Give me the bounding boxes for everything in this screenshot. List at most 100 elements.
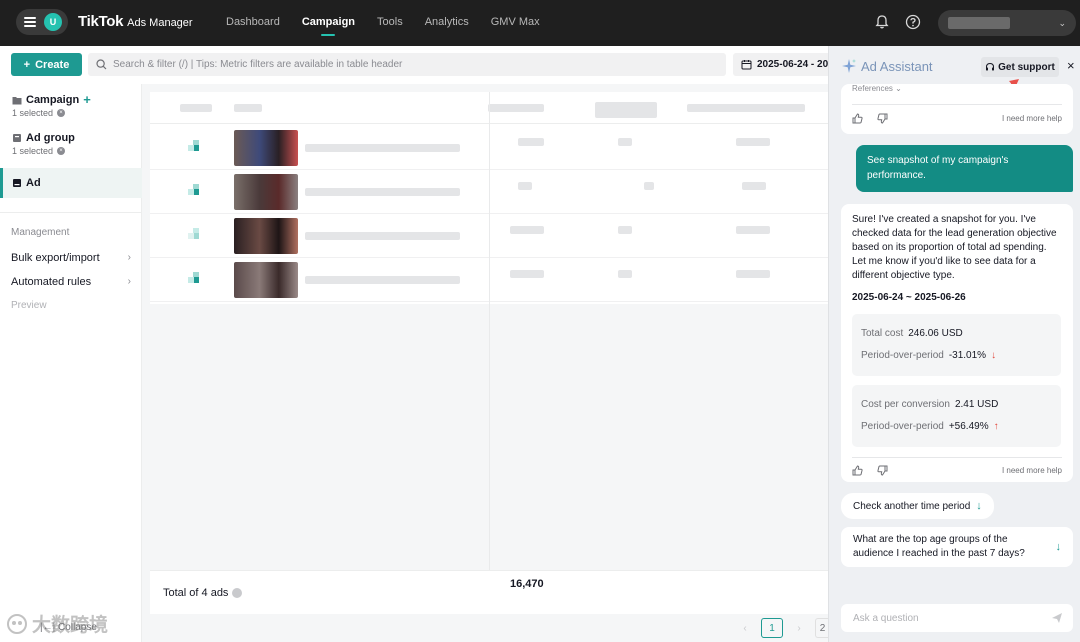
- metric-card-cost-per-conversion: Cost per conversion 2.41 USD Period-over…: [852, 385, 1061, 447]
- date-range-picker[interactable]: 2025-06-24 - 2025-06-26: [733, 53, 843, 76]
- search-placeholder: Search & filter (/) | Tips: Metric filte…: [113, 59, 403, 70]
- folder-icon: [12, 96, 22, 104]
- nav-tab-tools[interactable]: Tools: [366, 0, 414, 46]
- clear-selection-icon[interactable]: ×: [57, 109, 66, 117]
- watermark: 大数跨境: [6, 610, 108, 637]
- divider: [852, 104, 1062, 105]
- suggestion-chip-time-period[interactable]: Check another time period ↓: [841, 493, 994, 519]
- page-1-button[interactable]: 1: [761, 618, 783, 638]
- need-more-help-link[interactable]: I need more help: [1002, 466, 1062, 475]
- ad-icon: [13, 179, 21, 187]
- blurred-cell: [618, 138, 632, 146]
- sidebar-item-campaign[interactable]: Campaign + 1 selected ×: [0, 93, 142, 118]
- need-more-help-link[interactable]: I need more help: [1002, 114, 1062, 123]
- automated-rules-label: Automated rules: [11, 276, 92, 288]
- automated-rules-link[interactable]: Automated rules ›: [11, 276, 131, 288]
- status-icon: [188, 140, 204, 156]
- help-icon[interactable]: [905, 14, 921, 30]
- blurred-cell: [305, 232, 460, 240]
- divider: [852, 457, 1062, 458]
- sidebar-campaign-label: Campaign: [26, 94, 80, 106]
- sidebar-item-ad-group[interactable]: Ad group 1 selected ×: [0, 132, 142, 156]
- nav-tab-campaign[interactable]: Campaign: [291, 0, 366, 46]
- feedback-row: I need more help: [852, 113, 1062, 124]
- ad-thumbnail[interactable]: [234, 130, 298, 166]
- watermark-text: 大数跨境: [32, 615, 109, 636]
- ad-thumbnail[interactable]: [234, 174, 298, 210]
- assistant-header: Ad Assistant Get support ×: [829, 46, 1080, 86]
- ad-thumbnail[interactable]: [234, 218, 298, 254]
- user-avatar[interactable]: U: [44, 13, 62, 31]
- toolbar: + Create Search & filter (/) | Tips: Met…: [0, 46, 843, 84]
- get-support-label: Get support: [998, 61, 1055, 73]
- assistant-title: Ad Assistant: [861, 59, 933, 74]
- bulk-export-import-link[interactable]: Bulk export/import ›: [11, 252, 131, 264]
- blurred-cell: [736, 138, 770, 146]
- send-icon[interactable]: [1051, 612, 1063, 624]
- suggestion-chip-age-groups[interactable]: What are the top age groups of the audie…: [841, 527, 1073, 567]
- nav-tab-dashboard[interactable]: Dashboard: [215, 0, 291, 46]
- chevron-right-icon: ›: [127, 252, 131, 263]
- references-toggle[interactable]: References ⌄: [852, 84, 902, 93]
- previous-bot-message: References ⌄ I need more help: [841, 84, 1073, 134]
- pagination: ‹ 1 › 2: [735, 618, 829, 638]
- page-size-select[interactable]: 2: [815, 618, 829, 638]
- info-icon[interactable]: [232, 588, 243, 598]
- account-name-redacted: [948, 17, 1010, 29]
- main-nav-tabs: Dashboard Campaign Tools Analytics GMV M…: [215, 0, 551, 46]
- nav-tab-gmv-max[interactable]: GMV Max: [480, 0, 551, 46]
- arrow-down-icon: ↓: [991, 350, 997, 361]
- status-icon: [188, 184, 204, 200]
- account-switcher[interactable]: ⌄: [938, 10, 1076, 36]
- blurred-cell: [644, 182, 654, 190]
- thumbs-up-icon[interactable]: [852, 113, 863, 124]
- blurred-cell: [736, 226, 770, 234]
- feedback-row: I need more help: [852, 465, 1062, 476]
- thumbs-down-icon[interactable]: [877, 465, 888, 476]
- suggestion-text: What are the top age groups of the audie…: [853, 534, 1025, 559]
- bot-message-text: Sure! I've created a snapshot for you. I…: [852, 214, 1057, 281]
- blurred-cell: [305, 276, 460, 284]
- create-label: Create: [35, 58, 70, 71]
- blurred-cell: [518, 182, 532, 190]
- ad-thumbnail[interactable]: [234, 262, 298, 298]
- table-total-row: Total of 4 ads 16,470: [150, 570, 828, 614]
- next-page-icon[interactable]: ›: [789, 618, 809, 638]
- nav-tab-analytics[interactable]: Analytics: [414, 0, 480, 46]
- sidebar-ad-group-label: Ad group: [26, 132, 75, 144]
- blurred-cell: [305, 188, 460, 196]
- bell-icon[interactable]: [874, 14, 890, 30]
- prev-page-icon[interactable]: ‹: [735, 618, 755, 638]
- top-navbar: U TikTok Ads Manager Dashboard Campaign …: [0, 0, 1080, 46]
- create-button[interactable]: + Create: [11, 53, 82, 76]
- sidebar-divider: [0, 212, 142, 213]
- input-placeholder: Ask a question: [853, 612, 919, 624]
- close-icon[interactable]: ×: [1067, 58, 1075, 73]
- management-heading: Management: [11, 227, 70, 238]
- bot-snapshot-message: Sure! I've created a snapshot for you. I…: [841, 204, 1073, 482]
- thumbs-up-icon[interactable]: [852, 465, 863, 476]
- column-divider: [489, 92, 490, 612]
- metric-card-total-cost: Total cost 246.06 USD Period-over-period…: [852, 314, 1061, 376]
- tiktok-logo[interactable]: TikTok Ads Manager: [78, 13, 193, 30]
- bulk-export-label: Bulk export/import: [11, 252, 100, 264]
- plus-icon: +: [23, 58, 31, 71]
- ask-question-input[interactable]: Ask a question: [841, 604, 1073, 632]
- sidebar-item-ad[interactable]: Ad: [0, 168, 142, 198]
- search-input[interactable]: Search & filter (/) | Tips: Metric filte…: [88, 53, 726, 76]
- blurred-header: [687, 104, 805, 112]
- blurred-cell: [742, 182, 766, 190]
- ad-group-icon: [13, 134, 21, 142]
- total-value: 16,470: [510, 578, 544, 590]
- chevron-down-icon: ⌄: [1058, 18, 1066, 28]
- clear-selection-icon[interactable]: ×: [57, 147, 66, 155]
- thumbs-down-icon[interactable]: [877, 113, 888, 124]
- blurred-cell: [518, 138, 544, 146]
- metric-label: Cost per conversion: [861, 399, 950, 410]
- status-icon: [188, 228, 204, 244]
- add-campaign-icon[interactable]: +: [83, 93, 91, 106]
- snapshot-date-range: 2025-06-24 ~ 2025-06-26: [852, 292, 966, 303]
- references-label: References: [852, 84, 893, 93]
- user-message: See snapshot of my campaign's performanc…: [856, 145, 1073, 192]
- chevron-right-icon: ›: [127, 276, 131, 287]
